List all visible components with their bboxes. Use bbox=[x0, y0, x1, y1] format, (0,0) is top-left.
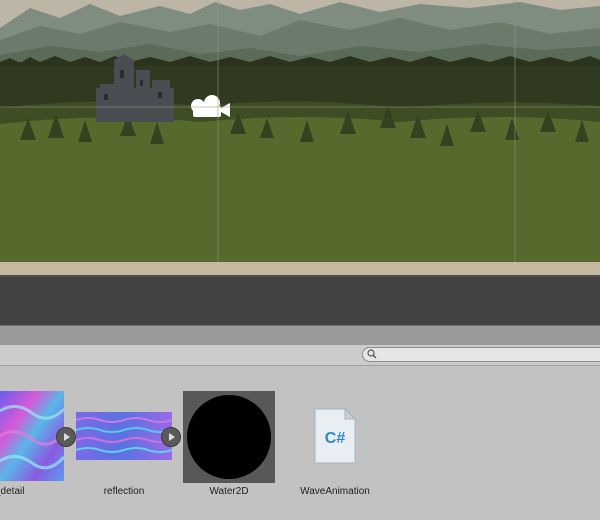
scene-view[interactable] bbox=[0, 0, 600, 325]
project-toolbar bbox=[0, 345, 600, 366]
selection-highlight bbox=[183, 391, 275, 483]
far-treeline bbox=[0, 62, 600, 108]
scene-canvas[interactable] bbox=[0, 0, 600, 325]
asset-label: rmal_detail bbox=[0, 486, 25, 497]
search-field[interactable] bbox=[362, 347, 600, 362]
search-icon bbox=[367, 349, 377, 359]
asset-label: Water2D bbox=[209, 486, 249, 497]
csharp-text: C# bbox=[325, 430, 346, 447]
reflection-thumbnail bbox=[76, 412, 172, 460]
material-sphere-preview bbox=[187, 395, 271, 479]
asset-label: reflection bbox=[103, 486, 145, 497]
ground-strip bbox=[0, 262, 600, 275]
asset-wave-animation[interactable]: C# WaveAnimation bbox=[275, 366, 395, 506]
panel-divider[interactable] bbox=[0, 325, 600, 346]
asset-water2d[interactable]: Water2D bbox=[169, 366, 289, 506]
scene-ground bbox=[0, 275, 600, 325]
csharp-file-icon: C# bbox=[313, 407, 357, 465]
asset-label: WaveAnimation bbox=[300, 486, 370, 497]
asset-grid: rmal_detail ref bbox=[0, 366, 600, 520]
normal-detail-thumbnail bbox=[0, 391, 64, 481]
